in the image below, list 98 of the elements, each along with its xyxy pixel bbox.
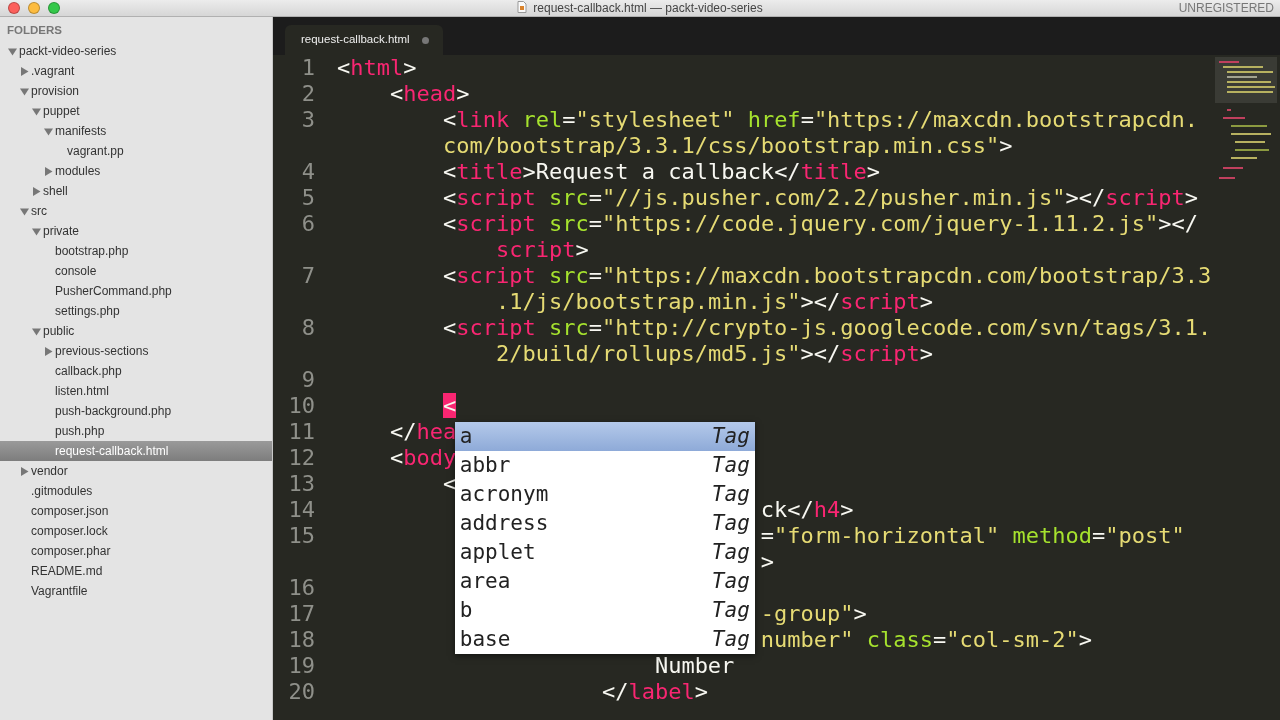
- disclosure-triangle-icon[interactable]: [32, 186, 41, 196]
- line-number: 19: [288, 653, 315, 678]
- line-number: 15: [288, 523, 315, 548]
- folder-item[interactable]: shell: [0, 181, 272, 201]
- file-item[interactable]: push.php: [0, 421, 272, 441]
- file-item[interactable]: composer.lock: [0, 521, 272, 541]
- window-title: request-callback.html — packt-video-series: [533, 1, 763, 15]
- line-number: 8: [301, 315, 315, 340]
- folder-item[interactable]: src: [0, 201, 272, 221]
- folder-item[interactable]: vendor: [0, 461, 272, 481]
- code-line: ck</h4>: [760, 497, 854, 522]
- file-item[interactable]: composer.json: [0, 501, 272, 521]
- code-line: <html>: [337, 55, 417, 80]
- line-number: 16: [288, 575, 315, 600]
- file-item[interactable]: bootstrap.php: [0, 241, 272, 261]
- code-line: </label>: [601, 679, 708, 704]
- editor-tab[interactable]: request-callback.html: [285, 25, 443, 55]
- line-number: 9: [301, 367, 315, 392]
- code-line: <script src="//js.pusher.com/2.2/pusher.min.js"></script>: [442, 185, 1198, 210]
- code-line: </hea: [390, 419, 457, 444]
- code-line: number" class="col-sm-2">: [760, 627, 1092, 652]
- file-item[interactable]: composer.phar: [0, 541, 272, 561]
- autocomplete-item[interactable]: abbr Tag: [454, 451, 755, 480]
- line-number: 3: [301, 107, 315, 132]
- autocomplete-item[interactable]: address Tag: [454, 509, 755, 538]
- folder-item[interactable]: .vagrant: [0, 61, 272, 81]
- autocomplete-item[interactable]: b Tag: [454, 596, 755, 625]
- disclosure-triangle-icon[interactable]: [20, 206, 29, 216]
- autocomplete-item[interactable]: area Tag: [454, 567, 755, 596]
- disclosure-triangle-icon[interactable]: [44, 126, 53, 136]
- sidebar-header: FOLDERS: [6, 23, 63, 38]
- code-line: <script src="https://maxcdn.bootstrapcdn.com/bootstrap/3.3: [442, 263, 1212, 288]
- line-number: 13: [288, 471, 315, 496]
- line-number: 4: [301, 159, 315, 184]
- code-line: -group">: [760, 601, 867, 626]
- line-number: 20: [288, 679, 315, 704]
- disclosure-triangle-icon[interactable]: [32, 226, 41, 236]
- code-line: <script src="https://code.jquery.com/jquery-1.11.2.js"></: [442, 211, 1198, 236]
- folder-item[interactable]: previous-sections: [0, 341, 272, 361]
- file-item[interactable]: push-background.php: [0, 401, 272, 421]
- autocomplete-item[interactable]: acronym Tag: [454, 480, 755, 509]
- zoom-button[interactable]: [48, 2, 60, 14]
- code-line: Number: [654, 653, 735, 678]
- folder-item[interactable]: public: [0, 321, 272, 341]
- file-item[interactable]: Vagrantfile: [0, 581, 272, 601]
- disclosure-triangle-icon[interactable]: [8, 46, 17, 56]
- line-number: 18: [288, 627, 315, 652]
- code-line: 2/build/rollups/md5.js"></script>: [495, 341, 934, 366]
- disclosure-triangle-icon[interactable]: [20, 66, 29, 76]
- autocomplete-item[interactable]: applet Tag: [454, 538, 755, 567]
- folder-item[interactable]: packt-video-series: [0, 41, 272, 61]
- folder-item[interactable]: private: [0, 221, 272, 241]
- line-number: 14: [288, 497, 315, 522]
- code-line: <head>: [390, 81, 470, 106]
- disclosure-triangle-icon[interactable]: [20, 466, 29, 476]
- folder-item[interactable]: provision: [0, 81, 272, 101]
- close-button[interactable]: [8, 2, 20, 14]
- minimize-button[interactable]: [28, 2, 40, 14]
- line-number: 1: [301, 55, 315, 80]
- file-item[interactable]: .gitmodules: [0, 481, 272, 501]
- line-number: 2: [301, 81, 315, 106]
- code-line: ="form-horizontal" method="post": [760, 523, 1185, 548]
- file-item[interactable]: listen.html: [0, 381, 272, 401]
- modified-dot-icon: [421, 36, 429, 44]
- code-line: <script src="http://crypto-js.googlecode.com/svn/tags/3.1.: [442, 315, 1212, 340]
- code-line: script>: [495, 237, 589, 262]
- autocomplete-item[interactable]: base Tag: [454, 625, 755, 654]
- code-line: .1/js/bootstrap.min.js"></script>: [495, 289, 934, 314]
- disclosure-triangle-icon[interactable]: [44, 166, 53, 176]
- folder-item[interactable]: manifests: [0, 121, 272, 141]
- line-number: 7: [301, 263, 315, 288]
- code-line: <title>Request a callback</title>: [442, 159, 881, 184]
- file-item[interactable]: settings.php: [0, 301, 272, 321]
- code-line: <link rel="stylesheet" href="https://maxcdn.bootstrapcdn.: [442, 107, 1198, 132]
- folder-item[interactable]: puppet: [0, 101, 272, 121]
- code-line: <: [442, 471, 457, 496]
- code-line: com/bootstrap/3.3.1/css/bootstrap.min.css">: [442, 133, 1013, 158]
- line-number: 11: [288, 419, 315, 444]
- file-item[interactable]: callback.php: [0, 361, 272, 381]
- file-item[interactable]: README.md: [0, 561, 272, 581]
- folder-item[interactable]: modules: [0, 161, 272, 181]
- file-item[interactable]: console: [0, 261, 272, 281]
- disclosure-triangle-icon[interactable]: [32, 326, 41, 336]
- code-line: >: [760, 549, 775, 574]
- line-number: 17: [288, 601, 315, 626]
- file-item[interactable]: PusherCommand.php: [0, 281, 272, 301]
- disclosure-triangle-icon[interactable]: [20, 86, 29, 96]
- line-number: 10: [288, 393, 315, 418]
- document-icon: [517, 1, 528, 13]
- disclosure-triangle-icon[interactable]: [44, 346, 53, 356]
- autocomplete-item[interactable]: a Tag: [454, 422, 755, 451]
- license-label: UNREGISTERED: [1178, 0, 1274, 16]
- line-number: 6: [301, 211, 315, 236]
- line-number: 5: [301, 185, 315, 210]
- code-line: <body: [390, 445, 457, 470]
- file-item[interactable]: vagrant.pp: [0, 141, 272, 161]
- disclosure-triangle-icon[interactable]: [32, 106, 41, 116]
- line-number: 12: [288, 445, 315, 470]
